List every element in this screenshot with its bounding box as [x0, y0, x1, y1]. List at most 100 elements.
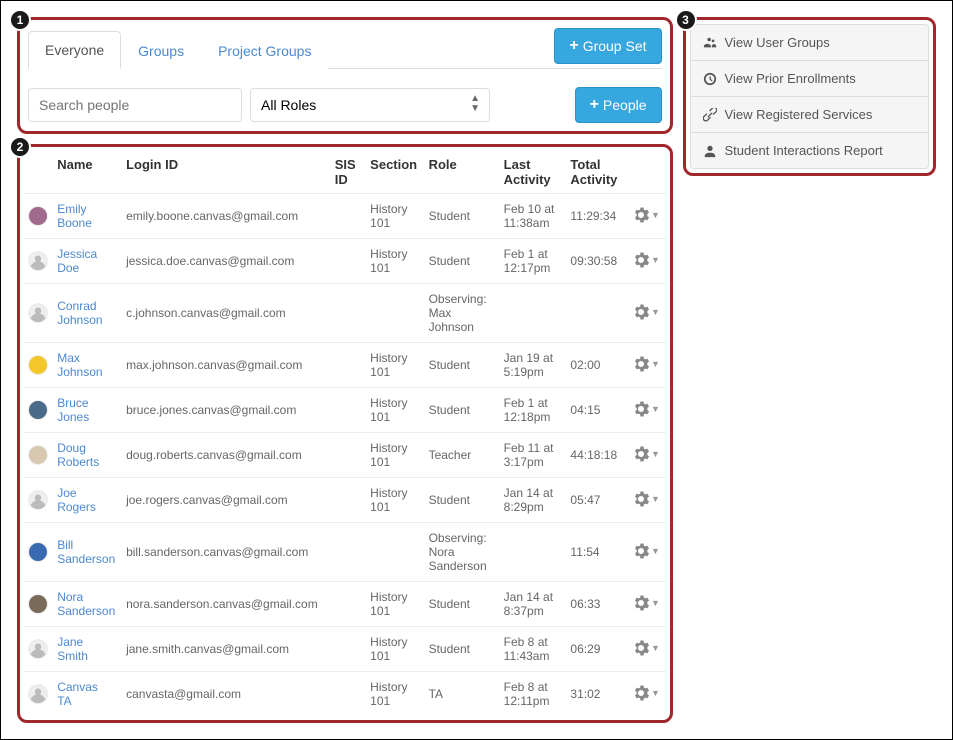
login-id: joe.rogers.canvas@gmail.com [122, 478, 331, 523]
role: Observing: Nora Sanderson [425, 523, 500, 582]
total-activity: 11:54 [566, 523, 629, 582]
sis-id [331, 343, 366, 388]
avatar [28, 594, 48, 614]
table-row: CanvasTAcanvasta@gmail.comHistory 101TAF… [24, 672, 666, 717]
login-id: c.johnson.canvas@gmail.com [122, 284, 331, 343]
user-name-link[interactable]: CanvasTA [57, 680, 98, 708]
user-name-link[interactable]: ConradJohnson [57, 299, 102, 327]
row-actions-menu[interactable]: ▼ [633, 252, 660, 268]
col-last-activity: Last Activity [500, 151, 567, 194]
callout-badge-1: 1 [9, 9, 31, 31]
role-filter-select[interactable]: All Roles [250, 88, 490, 122]
section: History 101 [366, 343, 424, 388]
total-activity: 44:18:18 [566, 433, 629, 478]
login-id: bruce.jones.canvas@gmail.com [122, 388, 331, 433]
sidebar-item-label: View Registered Services [725, 107, 873, 122]
group-set-label: Group Set [583, 38, 647, 54]
chevron-down-icon: ▼ [651, 643, 660, 653]
users-icon [703, 36, 717, 50]
last-activity [500, 284, 567, 343]
add-people-button[interactable]: + People [575, 87, 662, 123]
table-row: DougRobertsdoug.roberts.canvas@gmail.com… [24, 433, 666, 478]
row-actions-menu[interactable]: ▼ [633, 543, 660, 559]
row-actions-menu[interactable]: ▼ [633, 304, 660, 320]
role: Student [425, 194, 500, 239]
avatar [28, 445, 48, 465]
total-activity [566, 284, 629, 343]
row-actions-menu[interactable]: ▼ [633, 207, 660, 223]
row-actions-menu[interactable]: ▼ [633, 491, 660, 507]
link-icon [703, 108, 717, 122]
login-id: emily.boone.canvas@gmail.com [122, 194, 331, 239]
chevron-down-icon: ▼ [651, 449, 660, 459]
user-name-link[interactable]: NoraSanderson [57, 590, 115, 618]
last-activity: Jan 14 at 8:37pm [500, 582, 567, 627]
role: Student [425, 582, 500, 627]
section: History 101 [366, 194, 424, 239]
role: Student [425, 239, 500, 284]
last-activity: Feb 1 at 12:17pm [500, 239, 567, 284]
sis-id [331, 523, 366, 582]
last-activity: Feb 8 at 11:43am [500, 627, 567, 672]
row-actions-menu[interactable]: ▼ [633, 446, 660, 462]
last-activity [500, 523, 567, 582]
avatar [28, 303, 48, 323]
avatar [28, 639, 48, 659]
row-actions-menu[interactable]: ▼ [633, 685, 660, 701]
sis-id [331, 284, 366, 343]
sis-id [331, 194, 366, 239]
row-actions-menu[interactable]: ▼ [633, 640, 660, 656]
user-name-link[interactable]: MaxJohnson [57, 351, 102, 379]
chevron-down-icon: ▼ [651, 210, 660, 220]
role: Teacher [425, 433, 500, 478]
chevron-down-icon: ▼ [651, 255, 660, 265]
sis-id [331, 582, 366, 627]
search-people-input[interactable] [28, 88, 242, 122]
user-name-link[interactable]: JoeRogers [57, 486, 96, 514]
people-table: Name Login ID SIS ID Section Role Last A… [24, 151, 666, 716]
table-row: BillSandersonbill.sanderson.canvas@gmail… [24, 523, 666, 582]
user-name-link[interactable]: EmilyBoone [57, 202, 92, 230]
role: Student [425, 478, 500, 523]
role: Student [425, 388, 500, 433]
sis-id [331, 388, 366, 433]
section: History 101 [366, 433, 424, 478]
tab-project-groups[interactable]: Project Groups [201, 32, 328, 69]
sidebar-item-label: View Prior Enrollments [725, 71, 856, 86]
sidebar-item-student-interactions-report[interactable]: Student Interactions Report [691, 133, 928, 168]
login-id: jessica.doe.canvas@gmail.com [122, 239, 331, 284]
people-controls-panel: 1 Everyone Groups Project Groups + Group… [17, 17, 673, 134]
user-name-link[interactable]: JaneSmith [57, 635, 88, 663]
login-id: nora.sanderson.canvas@gmail.com [122, 582, 331, 627]
sis-id [331, 627, 366, 672]
sidebar-item-view-registered-services[interactable]: View Registered Services [691, 97, 928, 133]
section: History 101 [366, 582, 424, 627]
sis-id [331, 239, 366, 284]
clock-icon [703, 72, 717, 86]
tab-groups[interactable]: Groups [121, 32, 201, 69]
callout-badge-3: 3 [675, 9, 697, 31]
user-name-link[interactable]: BruceJones [57, 396, 89, 424]
user-name-link[interactable]: DougRoberts [57, 441, 99, 469]
user-name-link[interactable]: JessicaDoe [57, 247, 97, 275]
sidebar-item-view-user-groups[interactable]: View User Groups [691, 25, 928, 61]
table-row: JoeRogersjoe.rogers.canvas@gmail.comHist… [24, 478, 666, 523]
row-actions-menu[interactable]: ▼ [633, 356, 660, 372]
table-header-row: Name Login ID SIS ID Section Role Last A… [24, 151, 666, 194]
avatar [28, 684, 48, 704]
row-actions-menu[interactable]: ▼ [633, 595, 660, 611]
chevron-down-icon: ▼ [651, 359, 660, 369]
table-row: MaxJohnsonmax.johnson.canvas@gmail.comHi… [24, 343, 666, 388]
role: Observing: Max Johnson [425, 284, 500, 343]
last-activity: Feb 1 at 12:18pm [500, 388, 567, 433]
table-row: ConradJohnson c.johnson.canvas@gmail.com O… [24, 284, 666, 343]
chevron-down-icon: ▼ [651, 546, 660, 556]
user-name-link[interactable]: BillSanderson [57, 538, 115, 566]
tab-everyone[interactable]: Everyone [28, 31, 121, 69]
col-role: Role [425, 151, 500, 194]
sidebar-item-view-prior-enrollments[interactable]: View Prior Enrollments [691, 61, 928, 97]
row-actions-menu[interactable]: ▼ [633, 401, 660, 417]
table-row: BruceJonesbruce.jones.canvas@gmail.comHi… [24, 388, 666, 433]
add-group-set-button[interactable]: + Group Set [554, 28, 661, 64]
section [366, 523, 424, 582]
